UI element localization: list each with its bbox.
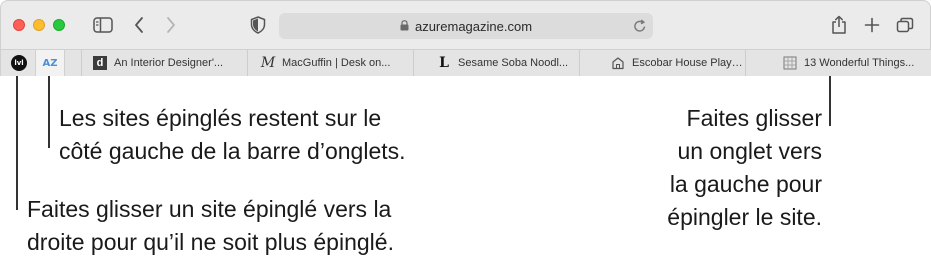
reload-icon[interactable]	[633, 18, 647, 39]
privacy-shield-icon[interactable]	[247, 13, 269, 37]
tab-title: An Interior Designer'...	[114, 57, 224, 69]
back-icon[interactable]	[129, 13, 149, 37]
site-favicon: L	[439, 55, 449, 71]
tab[interactable]: M MacGuffin | Desk on...	[247, 50, 413, 76]
minimize-window-button[interactable]	[33, 19, 45, 31]
site-favicon: M	[260, 55, 276, 71]
callout-leader-unpin	[16, 76, 18, 210]
house-icon	[610, 55, 626, 71]
callout-pin: Faites glisser un onglet vers la gauche …	[667, 105, 822, 230]
tab-title: Sesame Soba Noodl...	[458, 57, 569, 69]
site-favicon: d	[92, 55, 108, 71]
tab-bar: lvl AZ d An Interior Designer'... M MacG…	[1, 49, 931, 76]
tab-overview-icon[interactable]	[894, 13, 916, 37]
forward-icon[interactable]	[161, 13, 181, 37]
lock-icon	[400, 19, 409, 34]
callout-leader-pin	[829, 76, 831, 126]
address-bar[interactable]: azuremagazine.com	[279, 13, 653, 39]
callout-pinned-sites: Les sites épinglés restent sur le côté g…	[59, 105, 406, 164]
toolbar: azuremagazine.com	[1, 1, 931, 49]
tab[interactable]: 13 Wonderful Things...	[745, 50, 931, 76]
pinned-tab[interactable]: lvl	[4, 50, 34, 76]
tab-title: Escobar House Plays...	[632, 57, 745, 69]
new-tab-icon[interactable]	[861, 13, 883, 37]
tab[interactable]: d An Interior Designer'...	[81, 50, 247, 76]
zoom-window-button[interactable]	[53, 19, 65, 31]
sidebar-toggle-icon[interactable]	[91, 13, 115, 37]
pinned-tab-active[interactable]: AZ	[35, 50, 65, 76]
tab-title: MacGuffin | Desk on...	[282, 57, 391, 69]
tab[interactable]: Escobar House Plays...	[579, 50, 745, 76]
tab-title: 13 Wonderful Things...	[804, 57, 915, 69]
url-text: azuremagazine.com	[414, 18, 533, 34]
pinned-site-favicon: AZ	[42, 57, 58, 69]
grid-icon	[782, 55, 798, 71]
browser-window: azuremagazine.com lvl AZ d An Interior D…	[0, 0, 931, 76]
share-icon[interactable]	[827, 13, 851, 37]
callout-leader-pinned	[48, 76, 50, 148]
callout-unpin: Faites glisser un site épinglé vers la d…	[27, 196, 394, 255]
pinned-site-favicon: lvl	[11, 55, 27, 71]
tab[interactable]: L Sesame Soba Noodl...	[413, 50, 579, 76]
close-window-button[interactable]	[13, 19, 25, 31]
